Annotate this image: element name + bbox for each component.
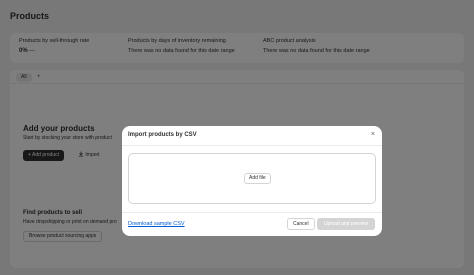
modal-footer: Download sample CSV Cancel Upload and pr… xyxy=(122,212,382,236)
products-page: Products Products by sell-through rate 0… xyxy=(0,0,474,275)
download-sample-csv-link[interactable]: Download sample CSV xyxy=(128,221,185,227)
upload-and-preview-button[interactable]: Upload and preview xyxy=(317,218,375,230)
modal-header: Import products by CSV × xyxy=(122,126,382,146)
import-csv-modal: Import products by CSV × Add file Downlo… xyxy=(122,126,382,236)
close-icon[interactable]: × xyxy=(371,131,375,139)
file-dropzone[interactable]: Add file xyxy=(128,153,376,204)
cancel-button[interactable]: Cancel xyxy=(287,218,315,230)
add-file-button[interactable]: Add file xyxy=(244,173,271,184)
modal-title: Import products by CSV xyxy=(128,132,197,138)
